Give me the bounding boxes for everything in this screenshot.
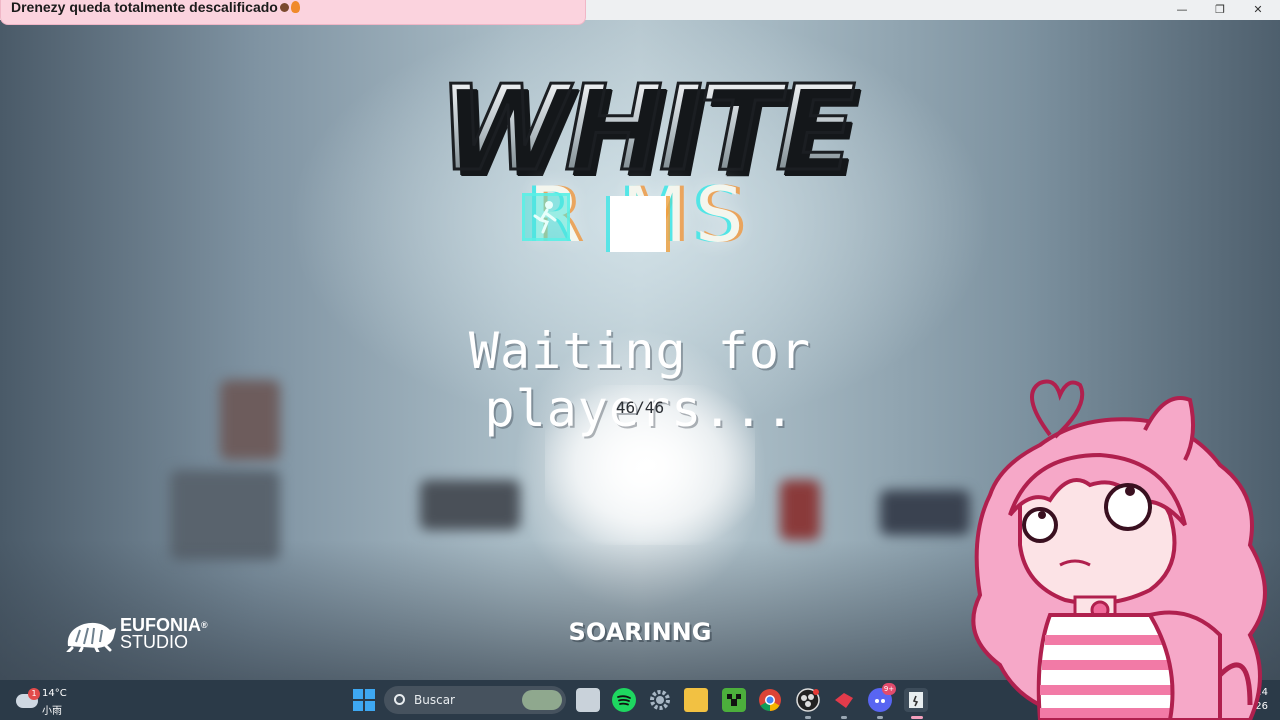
studio-subtitle: STUDIO xyxy=(120,632,189,652)
player-name: SOARINNG xyxy=(568,618,712,646)
scene-prop xyxy=(220,380,280,460)
waiting-status: Waiting for players... xyxy=(468,322,812,438)
notification-text: Drenezy queda totalmente descalificado xyxy=(11,0,278,15)
weather-widget[interactable]: 1 14°C 小雨 xyxy=(14,686,84,717)
scene-prop xyxy=(420,480,520,530)
weather-badge: 1 xyxy=(28,688,40,700)
maximize-button[interactable]: ❐ xyxy=(1200,0,1240,20)
search-highlight-image xyxy=(522,690,562,710)
discord-icon[interactable]: 9+ xyxy=(868,683,896,712)
taskbar-indicator xyxy=(841,716,847,719)
task-view-icon[interactable] xyxy=(576,688,600,712)
settings-icon[interactable] xyxy=(648,688,672,712)
fire-icon xyxy=(290,1,300,13)
studio-logo: EUFONIA® STUDIO xyxy=(62,614,232,654)
windows-start-icon[interactable] xyxy=(352,688,376,712)
minimize-button[interactable]: — xyxy=(1162,0,1202,20)
app-red-icon[interactable] xyxy=(832,688,856,712)
stream-notification: Drenezy queda totalmente descalificado xyxy=(0,0,586,25)
obs-icon[interactable] xyxy=(796,688,820,712)
turtle-icon xyxy=(66,622,116,652)
chrome-icon[interactable] xyxy=(758,688,782,712)
streamer-avatar xyxy=(971,379,1267,720)
emoji-icon xyxy=(279,3,289,12)
taskbar-search[interactable]: Buscar xyxy=(384,686,566,714)
glowing-block xyxy=(610,196,666,252)
player-count: 46/46 xyxy=(615,398,665,417)
taskbar-indicator xyxy=(805,716,811,719)
scene-prop xyxy=(780,480,820,540)
minecraft-icon[interactable] xyxy=(722,688,746,712)
scene-prop xyxy=(170,470,280,560)
spotify-icon[interactable] xyxy=(612,688,636,712)
exit-sign-icon xyxy=(522,193,570,241)
taskbar-indicator-active xyxy=(911,716,923,719)
weather-temperature: 14°C xyxy=(42,688,67,699)
taskbar-indicator xyxy=(877,716,883,719)
white-rooms-icon[interactable] xyxy=(904,688,928,712)
close-button[interactable]: ✕ xyxy=(1238,0,1278,20)
search-icon xyxy=(394,694,405,705)
discord-badge: 9+ xyxy=(882,683,896,695)
weather-condition: 小雨 xyxy=(42,706,62,717)
search-label: Buscar xyxy=(414,693,455,707)
folder-icon[interactable] xyxy=(684,688,708,712)
